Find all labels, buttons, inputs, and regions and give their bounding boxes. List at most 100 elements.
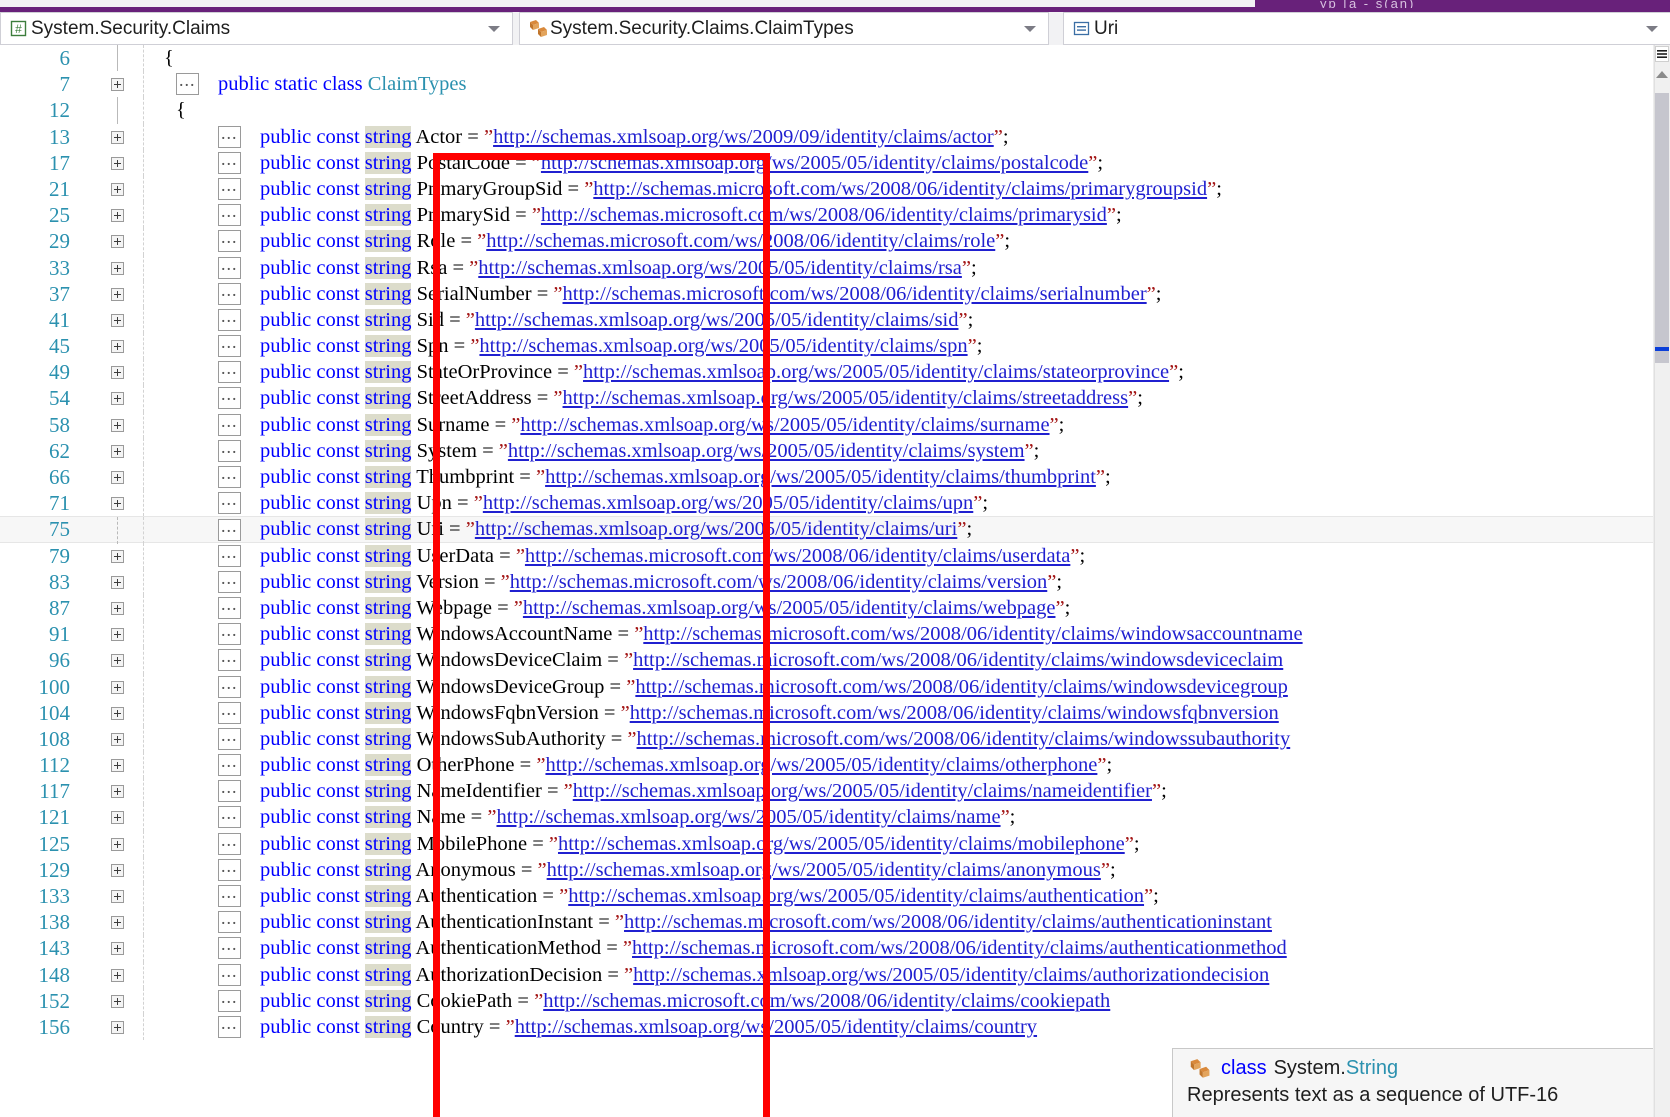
collapsed-comment-box[interactable]: ... xyxy=(218,387,241,409)
code-line[interactable]: 156...public const string Country = ”htt… xyxy=(0,1014,1670,1040)
collapsed-comment-box[interactable]: ... xyxy=(218,859,241,881)
outline-expand-icon[interactable] xyxy=(111,183,124,196)
code-line[interactable]: 13...public const string Actor = ”http:/… xyxy=(0,124,1670,150)
vertical-scrollbar[interactable] xyxy=(1654,45,1670,1117)
type-dropdown[interactable]: System.Security.Claims.ClaimTypes xyxy=(519,12,1049,45)
code-text[interactable]: public const string MobilePhone = ”http:… xyxy=(260,831,1140,857)
outline-expand-icon[interactable] xyxy=(111,445,124,458)
collapsed-comment-box[interactable]: ... xyxy=(218,676,241,698)
collapsed-comment-box[interactable]: ... xyxy=(218,545,241,567)
collapsed-comment-box[interactable]: ... xyxy=(218,728,241,750)
outline-expand-icon[interactable] xyxy=(111,419,124,432)
collapsed-comment-box[interactable]: ... xyxy=(218,361,241,383)
url-literal[interactable]: http://schemas.microsoft.com/ws/2008/06/… xyxy=(543,990,1110,1012)
outline-expand-icon[interactable] xyxy=(111,628,124,641)
member-dropdown[interactable]: Uri xyxy=(1063,12,1670,45)
code-text[interactable]: public const string Authentication = ”ht… xyxy=(260,883,1159,909)
collapsed-comment-box[interactable]: ... xyxy=(218,780,241,802)
outline-expand-icon[interactable] xyxy=(111,602,124,615)
code-text[interactable]: public const string WindowsDeviceClaim =… xyxy=(260,647,1283,673)
code-line[interactable]: 148...public const string AuthorizationD… xyxy=(0,962,1670,988)
outline-expand-icon[interactable] xyxy=(111,209,124,222)
code-text[interactable]: public const string Thumbprint = ”http:/… xyxy=(260,464,1111,490)
code-line[interactable]: 75...public const string Uri = ”http://s… xyxy=(0,516,1670,542)
collapsed-comment-box[interactable]: ... xyxy=(218,990,241,1012)
collapsed-comment-box[interactable]: ... xyxy=(218,283,241,305)
code-line[interactable]: 21...public const string PrimaryGroupSid… xyxy=(0,176,1670,202)
code-text[interactable]: public const string SerialNumber = ”http… xyxy=(260,281,1161,307)
code-line[interactable]: 152...public const string CookiePath = ”… xyxy=(0,988,1670,1014)
code-line[interactable]: 12{ xyxy=(0,97,1670,123)
outline-expand-icon[interactable] xyxy=(111,262,124,275)
outline-expand-icon[interactable] xyxy=(111,550,124,563)
code-line[interactable]: 62...public const string System = ”http:… xyxy=(0,438,1670,464)
outline-expand-icon[interactable] xyxy=(111,471,124,484)
collapsed-comment-box[interactable]: ... xyxy=(218,571,241,593)
url-literal[interactable]: http://schemas.xmlsoap.org/ws/2005/05/id… xyxy=(515,1016,1037,1038)
url-literal[interactable]: http://schemas.xmlsoap.org/ws/2005/05/id… xyxy=(573,780,1152,802)
collapsed-comment-box[interactable]: ... xyxy=(218,335,241,357)
code-text[interactable]: public const string WindowsAccountName =… xyxy=(260,621,1303,647)
url-literal[interactable]: http://schemas.xmlsoap.org/ws/2005/05/id… xyxy=(496,806,1000,828)
url-literal[interactable]: http://schemas.xmlsoap.org/ws/2005/05/id… xyxy=(479,335,967,357)
code-line[interactable]: 96...public const string WindowsDeviceCl… xyxy=(0,647,1670,673)
code-line[interactable]: 29...public const string Role = ”http://… xyxy=(0,228,1670,254)
collapsed-comment-box[interactable]: ... xyxy=(218,649,241,671)
code-line[interactable]: 7...public static class ClaimTypes xyxy=(0,71,1670,97)
code-line[interactable]: 121...public const string Name = ”http:/… xyxy=(0,804,1670,830)
collapsed-comment-box[interactable]: ... xyxy=(218,126,241,148)
code-line[interactable]: 91...public const string WindowsAccountN… xyxy=(0,621,1670,647)
url-literal[interactable]: http://schemas.xmlsoap.org/ws/2009/09/id… xyxy=(493,126,994,148)
url-literal[interactable]: http://schemas.xmlsoap.org/ws/2005/05/id… xyxy=(541,152,1088,174)
collapsed-comment-box[interactable]: ... xyxy=(218,623,241,645)
url-literal[interactable]: http://schemas.xmlsoap.org/ws/2005/05/id… xyxy=(475,309,959,331)
code-line[interactable]: 129...public const string Anonymous = ”h… xyxy=(0,857,1670,883)
outline-expand-icon[interactable] xyxy=(111,576,124,589)
code-text[interactable]: public const string StreetAddress = ”htt… xyxy=(260,385,1143,411)
outline-expand-icon[interactable] xyxy=(111,942,124,955)
code-line[interactable]: 41...public const string Sid = ”http://s… xyxy=(0,307,1670,333)
chevron-down-icon[interactable] xyxy=(1646,26,1658,32)
scroll-up-arrow-icon[interactable] xyxy=(1656,71,1668,78)
url-literal[interactable]: http://schemas.xmlsoap.org/ws/2005/05/id… xyxy=(633,964,1269,986)
url-literal[interactable]: http://schemas.xmlsoap.org/ws/2005/05/id… xyxy=(545,754,1097,776)
outline-expand-icon[interactable] xyxy=(111,340,124,353)
code-text[interactable]: public const string Surname = ”http://sc… xyxy=(260,412,1064,438)
collapsed-comment-box[interactable]: ... xyxy=(218,1016,241,1038)
collapsed-comment-box[interactable]: ... xyxy=(218,806,241,828)
outline-expand-icon[interactable] xyxy=(111,1021,124,1034)
collapsed-comment-box[interactable]: ... xyxy=(218,911,241,933)
code-line[interactable]: 138...public const string Authentication… xyxy=(0,909,1670,935)
url-literal[interactable]: http://schemas.xmlsoap.org/ws/2005/05/id… xyxy=(523,597,1056,619)
outline-expand-icon[interactable] xyxy=(111,392,124,405)
collapsed-comment-box[interactable]: ... xyxy=(218,152,241,174)
code-text[interactable]: public const string Country = ”http://sc… xyxy=(260,1014,1037,1040)
code-text[interactable]: public const string OtherPhone = ”http:/… xyxy=(260,752,1112,778)
collapsed-comment-box[interactable]: ... xyxy=(218,204,241,226)
code-text[interactable]: { xyxy=(176,97,186,123)
code-text[interactable]: public const string AuthenticationMethod… xyxy=(260,935,1287,961)
outline-expand-icon[interactable] xyxy=(111,811,124,824)
scrollbar-options-icon[interactable] xyxy=(1655,46,1669,62)
url-literal[interactable]: http://schemas.xmlsoap.org/ws/2005/05/id… xyxy=(547,859,1101,881)
code-text[interactable]: public const string PrimaryGroupSid = ”h… xyxy=(260,176,1222,202)
code-text[interactable]: public const string CookiePath = ”http:/… xyxy=(260,988,1110,1014)
code-editor[interactable]: 6{7...public static class ClaimTypes12{1… xyxy=(0,45,1670,1117)
code-line[interactable]: 125...public const string MobilePhone = … xyxy=(0,831,1670,857)
url-literal[interactable]: http://schemas.microsoft.com/ws/2008/06/… xyxy=(633,649,1283,671)
collapsed-comment-box[interactable]: ... xyxy=(218,702,241,724)
code-line[interactable]: 133...public const string Authentication… xyxy=(0,883,1670,909)
collapsed-comment-box[interactable]: ... xyxy=(218,519,241,541)
outline-expand-icon[interactable] xyxy=(111,916,124,929)
collapsed-comment-box[interactable]: ... xyxy=(218,885,241,907)
url-literal[interactable]: http://schemas.microsoft.com/ws/2008/06/… xyxy=(510,571,1047,593)
url-literal[interactable]: http://schemas.microsoft.com/ws/2008/06/… xyxy=(637,728,1291,750)
outline-expand-icon[interactable] xyxy=(111,497,124,510)
code-text[interactable]: public const string Spn = ”http://schema… xyxy=(260,333,982,359)
outline-expand-icon[interactable] xyxy=(111,654,124,667)
code-line[interactable]: 112...public const string OtherPhone = ”… xyxy=(0,752,1670,778)
code-text[interactable]: public const string Version = ”http://sc… xyxy=(260,569,1062,595)
url-literal[interactable]: http://schemas.xmlsoap.org/ws/2005/05/id… xyxy=(568,885,1144,907)
url-literal[interactable]: http://schemas.xmlsoap.org/ws/2005/05/id… xyxy=(478,257,962,279)
code-text[interactable]: public static class ClaimTypes xyxy=(218,71,467,97)
